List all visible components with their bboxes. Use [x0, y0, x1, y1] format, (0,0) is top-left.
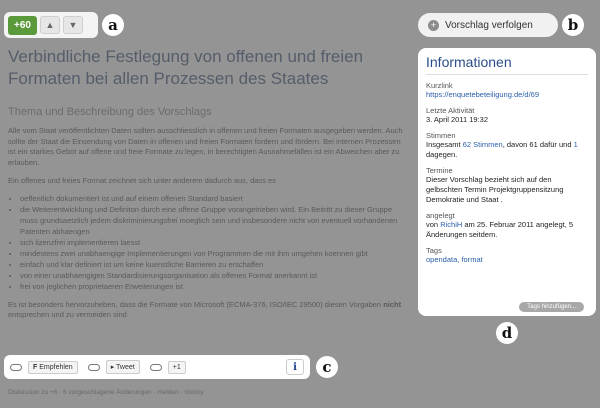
para3-emphasis: nicht	[383, 300, 401, 309]
dates-value: Dieser Vorschlag bezieht sich auf den ge…	[426, 175, 588, 205]
info-title: Informationen	[426, 54, 588, 75]
tags-links[interactable]: opendata, format	[426, 255, 588, 265]
tags-label: Tags	[426, 246, 588, 255]
tweet-button[interactable]: ▸ Tweet	[106, 360, 140, 374]
plusone-toggle[interactable]	[150, 364, 162, 371]
dates-label: Termine	[426, 166, 588, 175]
list-item: mindestens zwei unabhaengige Implementie…	[20, 248, 406, 259]
last-activity-value: 3. April 2011 19:32	[426, 115, 588, 125]
list-item: oeffentlich dokumentiert ist und auf ein…	[20, 193, 406, 204]
chevron-up-icon: ▲	[46, 20, 55, 30]
created-value: von RichiH am 25. Februar 2011 angelegt,…	[426, 220, 588, 240]
created-text: von	[426, 220, 440, 229]
votes-text: Insgesamt	[426, 140, 463, 149]
callout-d: d	[496, 322, 518, 344]
votes-text: dagegen.	[426, 150, 457, 159]
votes-link[interactable]: 62 Stimmen	[463, 140, 503, 149]
recommend-toggle[interactable]	[10, 364, 22, 371]
votes-against-link[interactable]: 1	[574, 140, 578, 149]
follow-button[interactable]: + Vorschlag verfolgen	[418, 13, 558, 37]
shortlink-link[interactable]: https://enquetebeteiligung.de/d/69	[426, 90, 588, 100]
follow-label: Vorschlag verfolgen	[445, 20, 533, 31]
page-title: Verbindliche Festlegung von offenen und …	[8, 46, 406, 90]
info-panel: Informationen Kurzlink https://enquetebe…	[418, 48, 596, 316]
plusone-button[interactable]: +1	[168, 361, 186, 374]
vote-count: +60	[8, 16, 37, 35]
plus-icon: +	[428, 20, 439, 31]
tweet-toggle[interactable]	[88, 364, 100, 371]
votes-label: Stimmen	[426, 131, 588, 140]
recommend-button[interactable]: F Empfehlen	[28, 361, 78, 374]
list-item: die Weiterentwicklung und Definiton durc…	[20, 204, 406, 237]
downvote-button[interactable]: ▼	[63, 16, 83, 34]
last-activity-label: Letzte Aktivität	[426, 106, 588, 115]
para3-text-a: Es ist besonders hervorzuheben, dass die…	[8, 300, 383, 309]
chevron-down-icon: ▼	[69, 20, 78, 30]
add-tags-button[interactable]: Tags hinzufügen...	[519, 302, 584, 312]
section-title: Thema und Beschreibung des Vorschlags	[8, 106, 406, 118]
proposal-paragraph-2: Ein offenes und freies Format zeichnet s…	[8, 176, 406, 187]
callout-b: b	[562, 14, 584, 36]
votes-text: , davon 61 dafür und	[503, 140, 574, 149]
list-item: sich lizenzfrei implementieren laesst	[20, 237, 406, 248]
share-bar: F Empfehlen ▸ Tweet +1 i	[4, 355, 310, 379]
votes-value: Insgesamt 62 Stimmen, davon 61 dafür und…	[426, 140, 588, 160]
list-item: von einer unabhaengigen Standardisierung…	[20, 270, 406, 281]
vote-widget: +60 ▲ ▼	[4, 12, 98, 38]
footer-links[interactable]: Diskussion zu +6 · 6 vorgeschlagene Ände…	[8, 389, 204, 396]
para3-text-c: entsprechen und zu vermeiden sind	[8, 310, 127, 319]
upvote-button[interactable]: ▲	[40, 16, 60, 34]
callout-a: a	[102, 14, 124, 36]
info-icon[interactable]: i	[286, 359, 304, 375]
list-item: frei von jeglichen proprietaeren Erweite…	[20, 281, 406, 292]
created-label: angelegt	[426, 211, 588, 220]
list-item: einfach und klar definiert ist um keine …	[20, 259, 406, 270]
callout-c: c	[316, 356, 338, 378]
criteria-list: oeffentlich dokumentiert ist und auf ein…	[8, 193, 406, 292]
proposal-paragraph-3: Es ist besonders hervorzuheben, dass die…	[8, 300, 406, 321]
recommend-label: Empfehlen	[39, 364, 72, 371]
tweet-label: Tweet	[116, 364, 135, 371]
proposal-main: Verbindliche Festlegung von offenen und …	[8, 46, 406, 321]
shortlink-label: Kurzlink	[426, 81, 588, 90]
proposal-paragraph-1: Alle vom Staat veröffentlichten Daten so…	[8, 126, 406, 168]
author-link[interactable]: RichiH	[440, 220, 462, 229]
